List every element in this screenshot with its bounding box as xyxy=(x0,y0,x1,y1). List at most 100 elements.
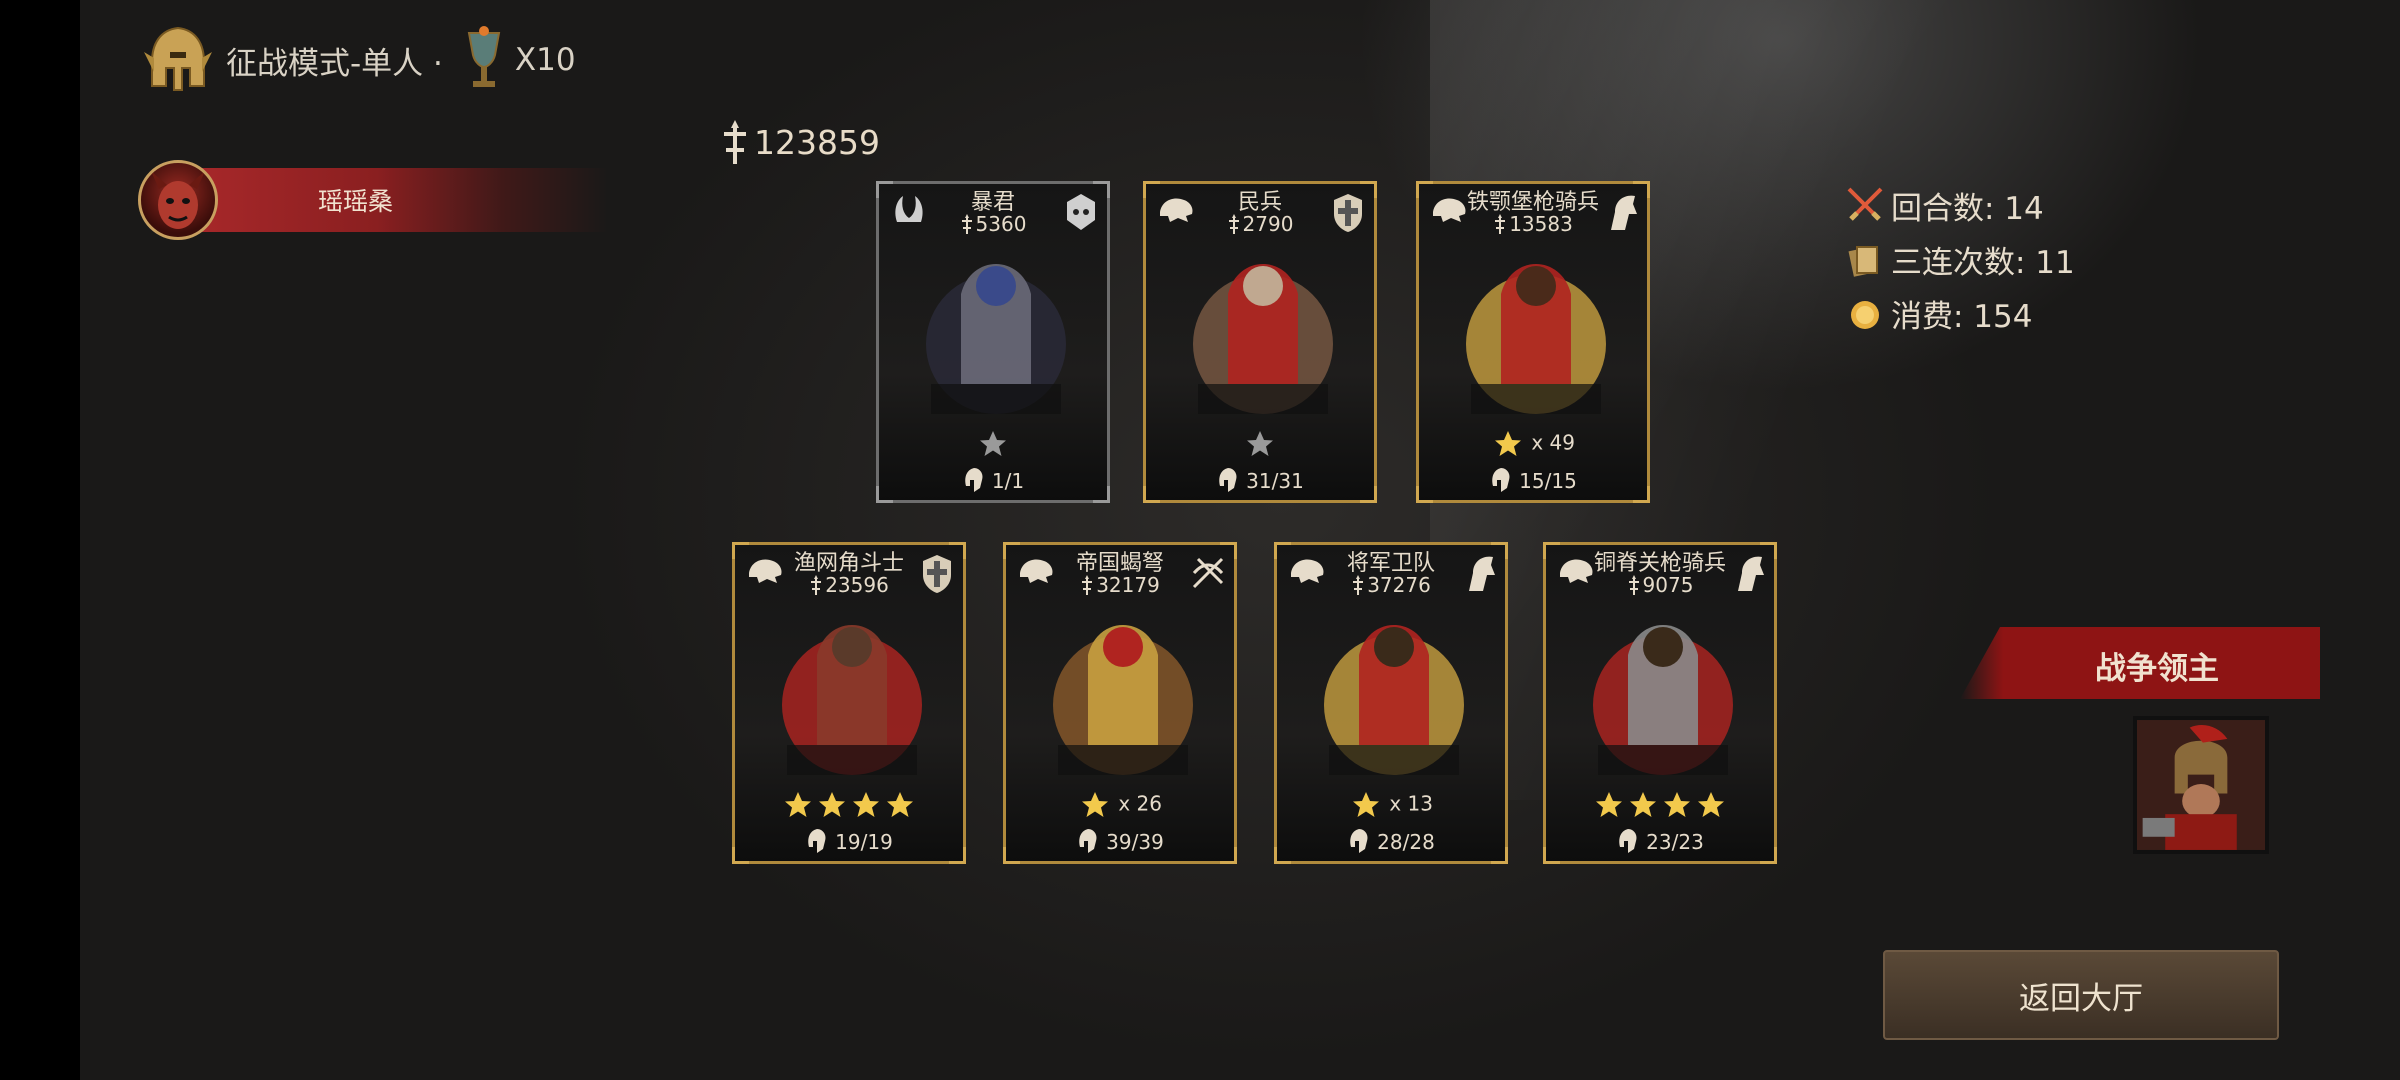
star-icon xyxy=(1630,792,1656,817)
unit-card[interactable]: 渔网角斗士 23596 19/19 xyxy=(732,542,966,864)
player-name: 瑶瑶桑 xyxy=(318,187,394,216)
total-power: 123859 xyxy=(720,118,880,166)
mode-title: 征战模式-单人 · xyxy=(226,45,443,82)
unit-art xyxy=(1593,625,1733,775)
star-icon xyxy=(853,792,879,817)
unit-art xyxy=(1324,625,1464,775)
troop-helmet-icon xyxy=(1219,468,1237,492)
unit-power-value: 5360 xyxy=(975,212,1027,236)
troop-helmet-icon xyxy=(1079,829,1097,853)
sword-power-icon xyxy=(961,214,972,234)
unit-card[interactable]: 铜脊关枪骑兵 9075 23/23 xyxy=(1543,542,1777,864)
unit-power: 23596 xyxy=(735,573,963,597)
unit-power-value: 23596 xyxy=(825,573,889,597)
unit-art xyxy=(1053,625,1193,775)
sword-power-icon xyxy=(811,575,822,595)
unit-art xyxy=(1193,264,1333,414)
star-icon xyxy=(819,792,845,817)
player-avatar[interactable] xyxy=(138,160,218,240)
star-icon xyxy=(887,792,913,817)
troop-count: 39/39 xyxy=(1006,827,1234,855)
troop-count-value: 1/1 xyxy=(991,469,1025,493)
star-row: x 13 xyxy=(1277,790,1505,822)
troop-count: 23/23 xyxy=(1546,827,1774,855)
unit-card[interactable]: 帝国蝎弩 32179 x 26 39/39 xyxy=(1003,542,1237,864)
star-icon xyxy=(1494,431,1521,456)
sword-power-icon xyxy=(1353,575,1364,595)
troop-count: 31/31 xyxy=(1146,466,1374,494)
unit-card[interactable]: 民兵 2790 31/31 xyxy=(1143,181,1377,503)
star-row: x 26 xyxy=(1006,790,1234,822)
unit-power: 32179 xyxy=(1006,573,1234,597)
unit-power-value: 2790 xyxy=(1242,212,1294,236)
troop-count: 28/28 xyxy=(1277,827,1505,855)
star-multiplier: x 49 xyxy=(1531,430,1575,455)
star-icon xyxy=(1698,792,1724,817)
star-multiplier: x 13 xyxy=(1389,791,1433,816)
stat-rounds-text: 回合数: 14 xyxy=(1891,190,2044,227)
sword-power-icon xyxy=(724,120,746,164)
back-to-lobby-button[interactable]: 返回大厅 xyxy=(1883,950,2279,1040)
sword-power-icon xyxy=(1628,575,1639,595)
star-icon xyxy=(1081,792,1108,817)
troop-helmet-icon xyxy=(965,468,983,492)
sword-power-icon xyxy=(1495,214,1506,234)
spartan-warrior-icon xyxy=(2137,720,2265,850)
unit-power: 5360 xyxy=(879,212,1107,236)
gold-coin-icon xyxy=(1851,301,1879,329)
player-row[interactable]: 瑶瑶桑 xyxy=(138,160,618,240)
troop-count-value: 19/19 xyxy=(835,830,893,854)
star-icon xyxy=(1664,792,1690,817)
stat-cost: 消费: 154 xyxy=(1845,286,2075,340)
troop-count-value: 39/39 xyxy=(1106,830,1164,854)
unit-power: 37276 xyxy=(1277,573,1505,597)
star-row xyxy=(879,429,1107,461)
trophy-icon xyxy=(467,26,501,87)
star-icon xyxy=(785,792,811,817)
troop-helmet-icon xyxy=(1350,829,1368,853)
stat-triples: 三连次数: 11 xyxy=(1845,232,2075,286)
helmet-icon xyxy=(144,26,212,91)
unit-art xyxy=(782,625,922,775)
stat-triples-text: 三连次数: 11 xyxy=(1891,244,2075,281)
sword-power-icon xyxy=(1082,575,1093,595)
unit-card[interactable]: 铁颚堡枪骑兵 13583 x 49 15/15 xyxy=(1416,181,1650,503)
troop-count-value: 31/31 xyxy=(1246,469,1304,493)
unit-power-value: 37276 xyxy=(1367,573,1431,597)
star-icon xyxy=(1247,431,1273,456)
star-icon xyxy=(1596,792,1622,817)
lord-portrait[interactable] xyxy=(2133,716,2269,854)
unit-card[interactable]: 将军卫队 37276 x 13 28/28 xyxy=(1274,542,1508,864)
troop-count: 1/1 xyxy=(879,466,1107,494)
unit-power-value: 9075 xyxy=(1642,573,1694,597)
troop-helmet-icon xyxy=(1619,829,1637,853)
stat-cost-text: 消费: 154 xyxy=(1891,298,2033,335)
unit-art xyxy=(1466,264,1606,414)
troop-count: 15/15 xyxy=(1419,466,1647,494)
player-banner xyxy=(188,168,608,232)
unit-power: 9075 xyxy=(1546,573,1774,597)
star-multiplier: x 26 xyxy=(1118,791,1162,816)
unit-art xyxy=(926,264,1066,414)
troop-count-value: 23/23 xyxy=(1646,830,1704,854)
troop-helmet-icon xyxy=(1492,468,1510,492)
star-row xyxy=(1546,790,1774,822)
battle-stats: 回合数: 14 三连次数: 11 消费: 154 xyxy=(1845,178,2075,340)
unit-power: 13583 xyxy=(1419,212,1647,236)
sword-power-icon xyxy=(1228,214,1239,234)
troop-count: 19/19 xyxy=(735,827,963,855)
stat-rounds: 回合数: 14 xyxy=(1845,178,2075,232)
star-row xyxy=(735,790,963,822)
crossed-swords-icon xyxy=(1847,187,1883,221)
troop-count-value: 15/15 xyxy=(1519,469,1577,493)
demon-face-icon xyxy=(151,171,205,229)
star-row xyxy=(1146,429,1374,461)
cards-stack-icon xyxy=(1848,246,1878,277)
unit-card[interactable]: 暴君 5360 1/1 xyxy=(876,181,1110,503)
unit-power: 2790 xyxy=(1146,212,1374,236)
star-icon xyxy=(1352,792,1379,817)
total-power-value: 123859 xyxy=(754,122,880,162)
star-row: x 49 xyxy=(1419,429,1647,461)
troop-count-value: 28/28 xyxy=(1377,830,1435,854)
lord-title: 战争领主 xyxy=(2095,651,2219,687)
